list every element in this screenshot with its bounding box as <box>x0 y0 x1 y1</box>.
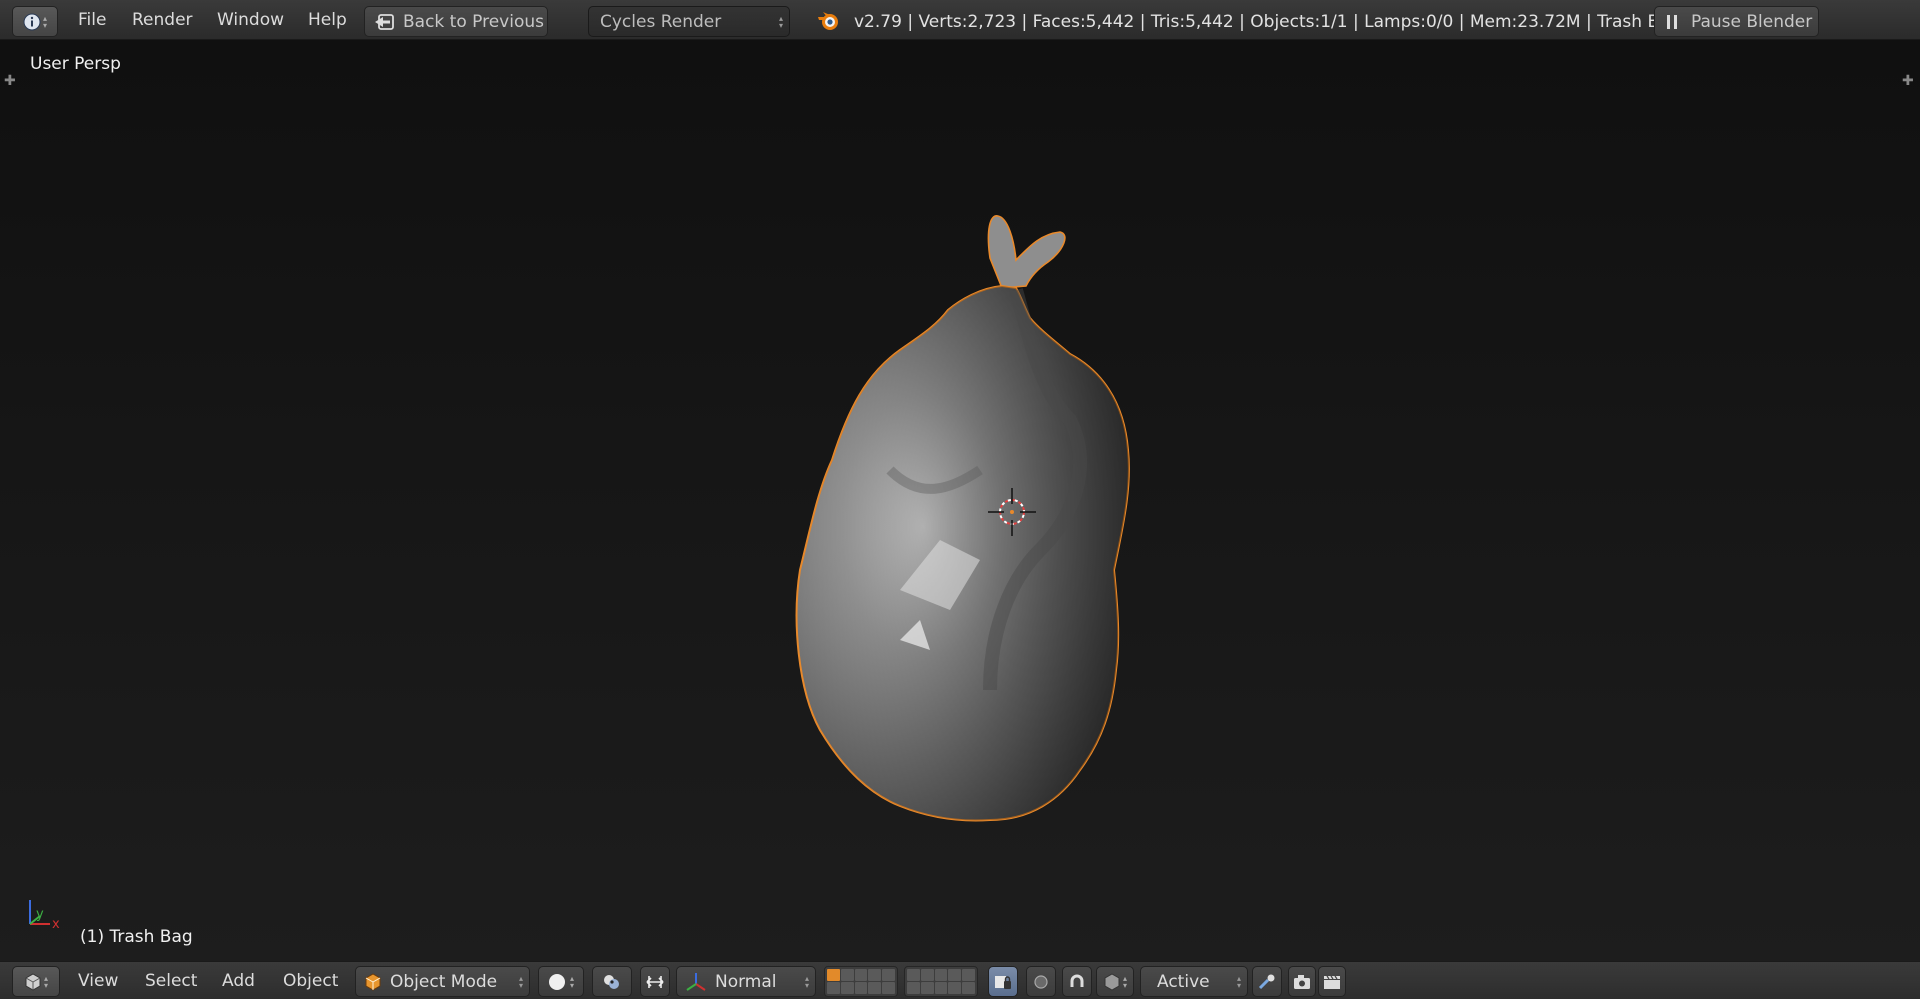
menu-view[interactable]: View <box>72 966 124 997</box>
menu-select[interactable]: Select <box>139 966 203 997</box>
layer-toggle[interactable] <box>840 969 854 981</box>
view-perspective-label: User Persp <box>30 54 121 74</box>
snap-volume-cube-icon <box>1104 972 1120 991</box>
updown-arrows-icon: ▴ ▾ <box>804 973 809 990</box>
proportional-editing-button[interactable] <box>1026 966 1056 997</box>
info-header: ▴ ▾ File Render Window Help Back to Previ… <box>0 0 1920 40</box>
pause-blender-button[interactable]: Pause Blender <box>1654 6 1819 37</box>
3d-view-cube-icon <box>25 972 41 991</box>
snap-target-label: Active <box>1157 971 1210 992</box>
blender-logo-icon <box>818 12 838 30</box>
trash-bag-mesh[interactable] <box>740 170 1220 910</box>
layer-toggle[interactable] <box>962 969 975 981</box>
axis-x-label: x <box>52 917 60 930</box>
lock-camera-layers-button[interactable] <box>988 966 1018 997</box>
menu-file[interactable]: File <box>72 5 112 36</box>
layer-toggle[interactable] <box>948 969 962 981</box>
layer-toggle[interactable] <box>962 982 975 994</box>
opengl-render-button[interactable] <box>1252 966 1282 997</box>
pause-icon <box>1667 14 1677 29</box>
snap-toggle-button[interactable] <box>1062 966 1092 997</box>
transform-orientation-label: Normal <box>715 971 777 992</box>
opengl-render-image-button[interactable] <box>1288 966 1316 997</box>
transform-orientation-dropdown[interactable]: Normal ▴ ▾ <box>676 966 816 997</box>
bag-knot <box>987 215 1066 289</box>
back-to-previous-label: Back to Previous <box>403 11 544 32</box>
render-brush-icon <box>1258 974 1275 989</box>
layer-toggle[interactable] <box>907 969 920 981</box>
3d-view-header: ▴ ▾ View Select Add Object Object Mode ▴ ▾… <box>0 961 1920 999</box>
layer-toggle[interactable] <box>882 982 895 994</box>
area-split-right-icon[interactable]: ✚ <box>1902 73 1914 89</box>
layers-lock-icon <box>995 975 1011 989</box>
viewport-shading-button[interactable]: ▴ ▾ <box>538 966 584 997</box>
magnet-icon <box>1070 974 1084 987</box>
menu-window[interactable]: Window <box>211 5 290 36</box>
updown-arrows-icon: ▴ ▾ <box>778 13 783 30</box>
scene-layers-group-1[interactable] <box>824 966 898 997</box>
updown-arrows-icon: ▴ ▾ <box>42 13 47 30</box>
3d-viewport[interactable]: User Persp ✚ ✚ y x (1) Trash Bag <box>0 40 1920 961</box>
layer-toggle[interactable] <box>882 969 895 981</box>
render-engine-label: Cycles Render <box>600 11 722 32</box>
view-axes-gizmo: y x <box>29 900 60 930</box>
layer-toggle[interactable] <box>827 982 840 994</box>
interaction-mode-dropdown[interactable]: Object Mode ▴ ▾ <box>355 966 530 997</box>
interaction-mode-label: Object Mode <box>390 971 498 992</box>
layer-toggle[interactable] <box>948 982 962 994</box>
pivot-point-button[interactable] <box>592 966 632 997</box>
back-screen-icon <box>375 13 394 30</box>
menu-object[interactable]: Object <box>277 966 344 997</box>
updown-arrows-icon: ▴ ▾ <box>1122 973 1127 990</box>
camera-icon <box>1294 974 1310 989</box>
layer-toggle[interactable] <box>827 969 840 981</box>
scene-layers-group-2[interactable] <box>904 966 978 997</box>
layer-toggle[interactable] <box>868 969 882 981</box>
back-to-previous-button[interactable]: Back to Previous <box>364 6 548 37</box>
manipulator-toggle-button[interactable] <box>640 966 670 997</box>
pivot-point-icon <box>604 974 619 989</box>
axis-y-label: y <box>36 907 44 922</box>
menu-help[interactable]: Help <box>302 5 353 36</box>
updown-arrows-icon: ▴ ▾ <box>1236 973 1241 990</box>
layer-toggle[interactable] <box>934 969 948 981</box>
render-engine-dropdown[interactable]: Cycles Render ▴ ▾ <box>588 6 790 37</box>
layer-toggle[interactable] <box>840 982 854 994</box>
layer-toggle[interactable] <box>920 982 934 994</box>
layer-toggle[interactable] <box>920 969 934 981</box>
snap-element-dropdown[interactable]: ▴ ▾ <box>1096 966 1134 997</box>
layer-toggle[interactable] <box>854 982 868 994</box>
layer-toggle[interactable] <box>854 969 868 981</box>
updown-arrows-icon: ▴ ▾ <box>518 973 523 990</box>
info-icon <box>23 13 41 30</box>
area-split-left-icon[interactable]: ✚ <box>4 73 16 89</box>
scene-statistics: v2.79 | Verts:2,723 | Faces:5,442 | Tris… <box>854 12 1681 32</box>
updown-arrows-icon: ▴ ▾ <box>43 973 48 990</box>
layer-toggle[interactable] <box>868 982 882 994</box>
snap-target-dropdown[interactable]: Active ▴ ▾ <box>1140 966 1248 997</box>
layer-toggle[interactable] <box>907 982 920 994</box>
object-mode-cube-icon <box>365 972 381 991</box>
editor-type-button[interactable]: ▴ ▾ <box>12 6 58 37</box>
manipulator-arrows-icon <box>646 975 664 988</box>
menu-add[interactable]: Add <box>216 966 261 997</box>
opengl-render-animation-button[interactable] <box>1318 966 1346 997</box>
pause-blender-label: Pause Blender <box>1691 11 1813 32</box>
clapperboard-icon <box>1324 975 1340 989</box>
layer-toggle[interactable] <box>934 982 948 994</box>
menu-render[interactable]: Render <box>126 5 199 36</box>
updown-arrows-icon: ▴ ▾ <box>569 973 574 990</box>
editor-type-button[interactable]: ▴ ▾ <box>12 966 60 997</box>
proportional-editing-icon <box>1034 974 1048 989</box>
active-object-label: (1) Trash Bag <box>80 927 193 947</box>
solid-shading-sphere-icon <box>548 973 565 990</box>
transform-axes-icon <box>686 972 706 991</box>
